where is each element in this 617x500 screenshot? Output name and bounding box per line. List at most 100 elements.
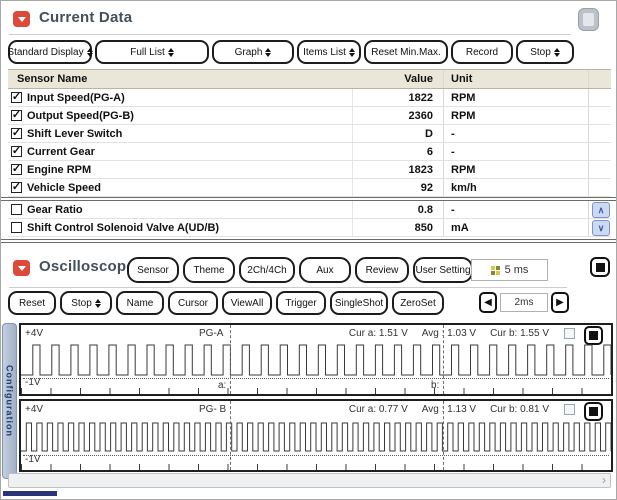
aux-button[interactable]: Aux [299, 257, 351, 283]
column-sensor-name: Sensor Name [8, 70, 353, 88]
scroll-up-button[interactable]: ∧ [592, 202, 610, 218]
cursor-button[interactable]: Cursor [168, 291, 218, 315]
sensor-name: Shift Control Solenoid Valve A(UD/B) [27, 221, 220, 234]
table-row[interactable]: Shift Control Solenoid Valve A(UD/B) 850… [8, 219, 611, 237]
stop-square-icon [589, 331, 598, 340]
configuration-tab-label: Configuration [4, 365, 15, 437]
current-data-toolbar: Standard Display Full List Graph Items L… [7, 40, 574, 64]
button-label: ZeroSet [400, 297, 436, 309]
sensor-value: 1823 [353, 161, 444, 178]
channel-stop-button[interactable] [584, 402, 603, 421]
oscilloscope-title: Oscilloscope [39, 258, 135, 275]
reset-minmax-button[interactable]: Reset Min.Max. [364, 40, 448, 64]
channel-bottom-voltage: -1V [25, 377, 41, 388]
current-data-collapse-icon[interactable] [13, 11, 30, 27]
cursor-a-line[interactable] [230, 401, 231, 470]
table-row[interactable]: ✓ Engine RPM 1823 RPM [8, 161, 611, 179]
avg-value: Avg : 1.13 V [421, 404, 477, 415]
sensor-unit: mA [444, 219, 589, 236]
row-checkbox-unchecked[interactable] [11, 222, 22, 233]
button-label: SingleShot [334, 297, 384, 309]
check-icon: ✓ [11, 108, 22, 121]
trigger-button[interactable]: Trigger [276, 291, 326, 315]
oscilloscope-stop-button[interactable] [590, 257, 610, 277]
standard-display-select[interactable]: Standard Display [7, 40, 93, 64]
row-checkbox-checked[interactable]: ✓ [11, 126, 22, 139]
row-checkbox-checked[interactable]: ✓ [11, 108, 22, 121]
sensor-value: 2360 [353, 107, 444, 124]
channel-checkbox[interactable] [564, 404, 575, 415]
stop-select[interactable]: Stop [516, 40, 574, 64]
table-row[interactable]: ✓ Current Gear 6 - [8, 143, 611, 161]
row-checkbox-checked[interactable]: ✓ [11, 162, 22, 175]
table-row[interactable]: ✓ Input Speed(PG-A) 1822 RPM [8, 89, 611, 107]
button-label: Theme [193, 264, 225, 276]
single-shot-button[interactable]: SingleShot [330, 291, 388, 315]
review-button[interactable]: Review [355, 257, 409, 283]
chevron-up-icon: ∧ [597, 204, 605, 215]
channel-checkbox[interactable] [564, 328, 575, 339]
reset-button[interactable]: Reset [8, 291, 56, 315]
right-arrow-icon: ▶ [556, 296, 564, 308]
cursor-readouts: Cur a: 0.77 V Avg : 1.13 V Cur b: 0.81 V [349, 404, 549, 415]
check-icon: ✓ [11, 126, 22, 139]
sensor-name: Vehicle Speed [27, 181, 101, 194]
graph-select[interactable]: Graph [212, 40, 294, 64]
button-label: Sensor [137, 264, 169, 276]
horizontal-scrollbar[interactable]: › [8, 473, 611, 488]
stop-select[interactable]: Stop [60, 291, 112, 315]
theme-button[interactable]: Theme [183, 257, 235, 283]
record-button[interactable]: Record [451, 40, 513, 64]
sensor-unit: - [444, 201, 589, 218]
timebase-decrease-button[interactable]: ◀ [479, 292, 497, 313]
scroll-down-button[interactable]: ∨ [592, 220, 610, 236]
check-icon: ✓ [11, 162, 22, 175]
sensor-value: 1822 [353, 89, 444, 106]
timebase-increase-button[interactable]: ▶ [551, 292, 569, 313]
row-checkbox-checked[interactable]: ✓ [11, 180, 22, 193]
time-display: 5 ms [471, 259, 548, 281]
sensor-button[interactable]: Sensor [127, 257, 179, 283]
row-checkbox-checked[interactable]: ✓ [11, 144, 22, 157]
row-checkbox-unchecked[interactable] [11, 204, 22, 215]
dropdown-arrows-icon [553, 47, 560, 57]
sensor-value: 6 [353, 143, 444, 160]
button-label: Full List [130, 46, 165, 58]
configuration-tab[interactable]: Configuration [2, 323, 17, 479]
sensor-name: Gear Ratio [27, 203, 83, 216]
user-setting-button[interactable]: User Setting [413, 257, 473, 283]
oscilloscope-collapse-icon[interactable] [13, 260, 30, 276]
header-divider [9, 34, 571, 35]
maximize-button[interactable] [578, 8, 599, 31]
check-icon: ✓ [11, 144, 22, 157]
sensor-value: 92 [353, 179, 444, 196]
cursor-b-line[interactable] [443, 325, 444, 394]
items-list-select[interactable]: Items List [297, 40, 361, 64]
view-all-button[interactable]: ViewAll [222, 291, 272, 315]
cursor-a-line[interactable] [230, 325, 231, 394]
sensor-value: 0.8 [353, 201, 444, 218]
zero-set-button[interactable]: ZeroSet [392, 291, 444, 315]
full-list-select[interactable]: Full List [95, 40, 209, 64]
sensor-unit: RPM [444, 161, 589, 178]
row-checkbox-checked[interactable]: ✓ [11, 91, 22, 103]
dropdown-arrows-icon [86, 47, 93, 57]
table-row[interactable]: ✓ Shift Lever Switch D - [8, 125, 611, 143]
cursor-b-line[interactable] [443, 401, 444, 470]
channel-mode-button[interactable]: 2Ch/4Ch [239, 257, 295, 283]
table-header: Sensor Name Value Unit [8, 69, 611, 89]
status-bar-fragment [3, 491, 57, 496]
button-label: Stop [530, 46, 551, 58]
column-value: Value [353, 70, 444, 88]
header-divider [9, 287, 567, 288]
button-label: Aux [316, 264, 334, 276]
name-button[interactable]: Name [116, 291, 164, 315]
table-row[interactable]: ✓ Vehicle Speed 92 km/h [8, 179, 611, 197]
maximize-icon [583, 13, 594, 26]
channel-name: PG- B [199, 404, 227, 415]
table-row[interactable]: ✓ Output Speed(PG-B) 2360 RPM [8, 107, 611, 125]
table-row[interactable]: Gear Ratio 0.8 - [8, 201, 611, 219]
button-label: Cursor [177, 297, 208, 309]
section-divider [1, 239, 616, 243]
check-icon: ✓ [11, 180, 22, 193]
